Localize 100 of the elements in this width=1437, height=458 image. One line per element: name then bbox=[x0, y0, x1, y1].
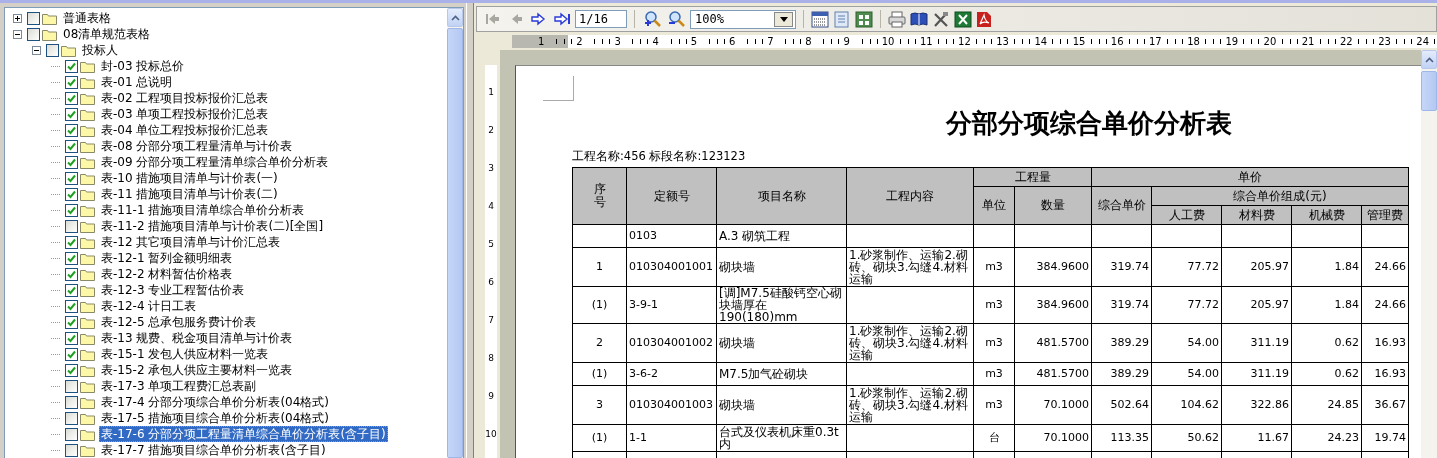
checkbox[interactable] bbox=[65, 235, 78, 249]
checkbox[interactable] bbox=[65, 315, 78, 329]
table-cell: 砌块墙 bbox=[716, 385, 847, 425]
ruler-number: 5 bbox=[487, 239, 495, 251]
checkbox[interactable] bbox=[65, 107, 78, 121]
tree-item[interactable]: 表-17-3 单项工程费汇总表副 bbox=[99, 378, 259, 394]
table-cell: 24.66 bbox=[1361, 247, 1409, 287]
checkbox[interactable] bbox=[65, 91, 78, 105]
checkbox[interactable] bbox=[65, 427, 78, 441]
tree-item[interactable]: 表-12-1 暂列金额明细表 bbox=[99, 250, 235, 266]
last-page-icon[interactable] bbox=[552, 12, 571, 26]
ruler-number: 7 bbox=[487, 315, 495, 327]
checkbox[interactable] bbox=[65, 331, 78, 345]
tree-item[interactable]: 表-11-1 措施项目清单综合单价分析表 bbox=[99, 202, 307, 218]
tree-item[interactable]: 普通表格 bbox=[61, 10, 113, 26]
table-cell: 台 bbox=[973, 424, 1015, 452]
checkbox[interactable] bbox=[65, 363, 78, 377]
checkbox[interactable] bbox=[65, 123, 78, 137]
book-icon[interactable] bbox=[910, 10, 928, 28]
tree-item[interactable]: 表-17-6 分部分项工程量清单综合单价分析表(含子目) bbox=[99, 426, 388, 442]
table-cell bbox=[1151, 224, 1222, 248]
tree-item[interactable]: 封-03 投标总价 bbox=[99, 58, 187, 74]
checkbox[interactable] bbox=[65, 267, 78, 281]
table-cell: M7.5加气砼砌块 bbox=[716, 362, 847, 386]
table-cell: 0.62 bbox=[1291, 323, 1362, 363]
column-header: 序号 bbox=[572, 167, 627, 225]
tree-connector bbox=[51, 369, 60, 371]
column-header: 工程内容 bbox=[846, 167, 974, 225]
checkbox[interactable] bbox=[65, 203, 78, 217]
checkbox[interactable] bbox=[65, 283, 78, 297]
scroll-thumb[interactable] bbox=[1421, 71, 1437, 111]
checkbox[interactable] bbox=[65, 171, 78, 185]
checkbox[interactable] bbox=[65, 75, 78, 89]
checkbox[interactable] bbox=[65, 59, 78, 73]
checkbox[interactable] bbox=[65, 395, 78, 409]
column-header: 单位 bbox=[973, 186, 1015, 225]
tree-item[interactable]: 表-12-5 总承包服务费计价表 bbox=[99, 314, 259, 330]
checkbox[interactable] bbox=[65, 411, 78, 425]
expander-icon[interactable] bbox=[13, 13, 22, 23]
table-cell: m3 bbox=[973, 286, 1015, 324]
tree-item[interactable]: 表-17-5 措施项目综合单价分析表(04格式) bbox=[99, 410, 331, 426]
tree-item[interactable]: 表-11-2 措施项目清单与计价表(二)[全国] bbox=[99, 218, 326, 234]
project-info: 工程名称:456 标段名称:123123 bbox=[572, 149, 747, 163]
tree-item[interactable]: 表-12 其它项目清单与计价汇总表 bbox=[99, 234, 283, 250]
tree-item[interactable]: 表-13 规费、税金项目清单与计价表 bbox=[99, 330, 295, 346]
checkbox[interactable] bbox=[27, 11, 40, 25]
tree-item[interactable]: 表-04 单位工程投标报价汇总表 bbox=[99, 122, 271, 138]
grid-icon[interactable] bbox=[855, 10, 873, 28]
tree-item[interactable]: 表-08 分部分项工程量清单与计价表 bbox=[99, 138, 295, 154]
tree-item[interactable]: 表-11 措施项目清单与计价表(二) bbox=[99, 186, 280, 202]
checkbox[interactable] bbox=[65, 443, 78, 457]
zoom-out-icon[interactable] bbox=[666, 10, 686, 28]
spreadsheet-icon[interactable] bbox=[954, 10, 972, 28]
page-setup-icon[interactable] bbox=[811, 10, 829, 28]
scroll-up-icon[interactable] bbox=[1424, 56, 1434, 63]
tree-item[interactable]: 08清单规范表格 bbox=[61, 26, 153, 42]
tree-item[interactable]: 表-15-2 承包人供应主要材料一览表 bbox=[99, 362, 295, 378]
checkbox[interactable] bbox=[65, 187, 78, 201]
pdf-icon[interactable] bbox=[976, 10, 992, 28]
printer-icon[interactable] bbox=[888, 10, 906, 28]
tree-item[interactable]: 表-15-1 发包人供应材料一览表 bbox=[99, 346, 271, 362]
checkbox[interactable] bbox=[65, 347, 78, 361]
table-cell: m3 bbox=[973, 247, 1015, 287]
caret-icon[interactable] bbox=[779, 16, 788, 22]
table-cell: 24.85 bbox=[1291, 385, 1362, 425]
table-cell: 50.62 bbox=[1151, 424, 1222, 452]
table-cell: 77.72 bbox=[1151, 286, 1222, 324]
zoom-dropdown[interactable]: 100% bbox=[690, 9, 796, 29]
tree-item[interactable]: 表-12-4 计日工表 bbox=[99, 298, 199, 314]
tree-connector bbox=[51, 209, 60, 211]
tree-item[interactable]: 表-10 措施项目清单与计价表(一) bbox=[99, 170, 280, 186]
expander-icon[interactable] bbox=[32, 45, 41, 55]
checkbox[interactable] bbox=[65, 299, 78, 313]
tree-item[interactable]: 表-12-3 专业工程暂估价表 bbox=[99, 282, 247, 298]
table-cell: 319.74 bbox=[1091, 247, 1152, 287]
checkbox[interactable] bbox=[27, 27, 40, 41]
tree-item[interactable]: 表-17-4 分部分项综合单价分析表(04格式) bbox=[99, 394, 331, 410]
checkbox[interactable] bbox=[65, 139, 78, 153]
tree-item[interactable]: 表-02 工程项目投标报价汇总表 bbox=[99, 90, 271, 106]
tree-item[interactable]: 投标人 bbox=[80, 42, 120, 58]
table-cell: 1.84 bbox=[1291, 247, 1362, 287]
checkbox[interactable] bbox=[46, 43, 59, 57]
tree-item[interactable]: 表-09 分部分项工程量清单综合单价分析表 bbox=[99, 154, 331, 170]
scroll-up-icon[interactable] bbox=[450, 14, 460, 21]
tree-item[interactable]: 表-01 总说明 bbox=[99, 74, 175, 90]
tree-item[interactable]: 表-17-7 措施项目综合单价分析表(含子目) bbox=[99, 442, 328, 458]
checkbox[interactable] bbox=[65, 219, 78, 233]
expander-icon[interactable] bbox=[13, 29, 22, 39]
tree-item[interactable]: 表-03 单项工程投标报价汇总表 bbox=[99, 106, 271, 122]
tools-icon[interactable] bbox=[932, 10, 950, 28]
checkbox[interactable] bbox=[65, 379, 78, 393]
tree-item[interactable]: 表-12-2 材料暂估价格表 bbox=[99, 266, 235, 282]
zoom-in-icon[interactable] bbox=[642, 10, 662, 28]
checkbox[interactable] bbox=[65, 251, 78, 265]
splitter[interactable] bbox=[466, 3, 474, 458]
checkbox[interactable] bbox=[65, 155, 78, 169]
scrollbar[interactable] bbox=[1421, 50, 1437, 458]
column-header: 定额号 bbox=[626, 167, 717, 225]
table-cell: [调]M7.5硅酸钙空心砌块墙厚在190(180)mm bbox=[716, 286, 847, 324]
page-number-field[interactable]: 1/16 bbox=[575, 10, 627, 28]
